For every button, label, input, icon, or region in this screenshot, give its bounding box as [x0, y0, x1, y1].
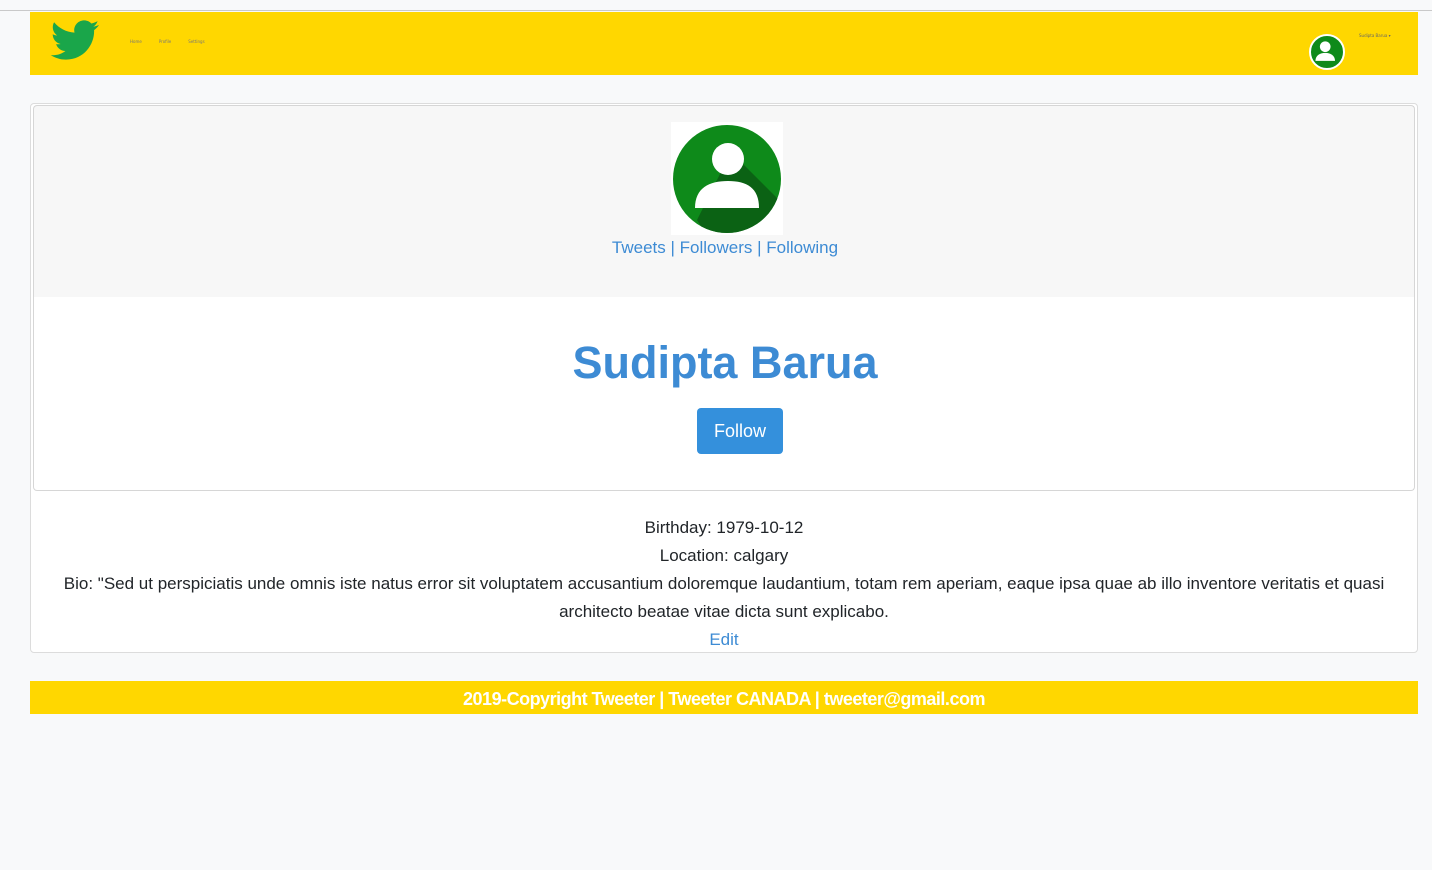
bio-text: Bio: "Sed ut perspiciatis unde omnis ist… — [63, 574, 1385, 621]
location-text: Location: calgary — [659, 546, 789, 565]
profile-picture — [671, 122, 783, 235]
birthday-text: Birthday: 1979-10-12 — [644, 518, 804, 537]
footer: 2019-Copyright Tweeter | Tweeter CANADA … — [30, 681, 1418, 714]
edit-link[interactable]: Edit — [709, 630, 738, 649]
profile-card: Tweets | Followers | Following Sudipta B… — [30, 103, 1418, 653]
profile-info: Birthday: 1979-10-12 Location: calgary B… — [31, 514, 1417, 654]
navbar: Home Profile Settings Sudipta Barua ▾ — [30, 12, 1418, 75]
stats-separator: | — [752, 238, 767, 257]
nav-link-home[interactable]: Home — [130, 39, 142, 44]
following-link[interactable]: Following — [766, 238, 838, 257]
nav-link-profile[interactable]: Profile — [159, 39, 171, 44]
tweets-link[interactable]: Tweets — [612, 238, 666, 257]
user-avatar-icon[interactable] — [1309, 34, 1345, 70]
window-top-border — [0, 10, 1432, 11]
nav-link-settings[interactable]: Settings — [188, 39, 204, 44]
user-avatar-icon — [673, 125, 781, 233]
profile-stats: Tweets | Followers | Following — [34, 238, 1416, 258]
twitter-bird-icon[interactable] — [50, 20, 100, 64]
profile-name: Sudipta Barua — [572, 337, 878, 388]
nav-links: Home Profile Settings — [130, 39, 205, 44]
followers-link[interactable]: Followers — [680, 238, 753, 257]
profile-header: Tweets | Followers | Following — [33, 105, 1415, 298]
stats-separator: | — [665, 238, 680, 257]
profile-body: Sudipta Barua Follow — [33, 297, 1415, 491]
follow-button[interactable]: Follow — [697, 408, 783, 454]
user-menu-dropdown[interactable]: Sudipta Barua ▾ — [1359, 33, 1391, 38]
